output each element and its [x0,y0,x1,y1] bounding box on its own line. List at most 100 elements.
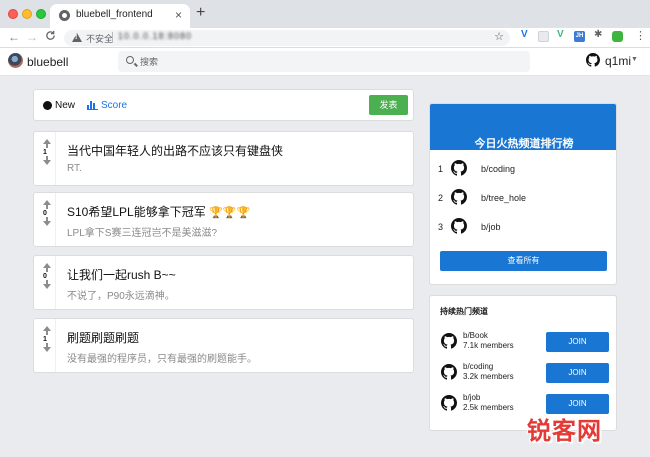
minimize-window-button[interactable] [22,9,32,19]
vote-column: 1 [34,132,56,185]
new-tab-button[interactable]: + [196,5,205,21]
downvote-arrow-icon[interactable] [43,280,51,289]
post-title[interactable]: 刷题刷题刷题 [67,329,139,346]
ranking-item[interactable]: 1 b/coding [430,156,616,184]
logo-icon[interactable] [8,53,23,68]
hot-channel-item: b/coding 3.2k members JOIN [430,361,618,391]
address-bar[interactable]: 不安全 10.0.0.18:8080 ☆ [64,30,510,46]
github-icon [441,364,457,380]
browser-menu-icon[interactable] [632,29,646,42]
post-title[interactable]: 当代中国年轻人的出路不应该只有键盘侠 [67,142,283,159]
brand-name[interactable]: bluebell [27,55,68,69]
vote-column: 0 [34,256,56,309]
search-box[interactable] [118,51,530,72]
post-score: 0 [43,273,47,280]
bar-chart-icon [87,100,98,110]
search-input[interactable] [140,54,520,69]
ranking-title: 今日火热频道排行榜 [474,138,574,150]
jh-extension-icon[interactable]: JH [574,31,585,42]
sort-new-button[interactable]: New [55,100,75,111]
upvote-arrow-icon[interactable] [43,326,51,335]
github-icon [451,189,467,205]
view-all-button[interactable]: 查看所有 [440,251,607,271]
publish-button[interactable]: 发表 [369,95,408,115]
vue-icon[interactable] [556,29,567,42]
profile-avatar-icon[interactable] [612,31,623,42]
join-button[interactable]: JOIN [546,363,609,383]
channel-name[interactable]: b/Book [463,331,488,340]
trophy-icons: 🏆🏆🏆 [209,207,251,219]
channel-ranking-card: 今日火热频道排行榜 1 b/coding 2 b/tree_hole 3 b/j… [429,103,617,285]
channel-name: b/tree_hole [481,193,527,203]
downvote-arrow-icon[interactable] [43,343,51,352]
post-score: 1 [43,336,47,343]
channel-name: b/coding [481,164,516,174]
sort-score-button[interactable]: Score [101,100,127,111]
circle-icon [43,101,52,110]
browser-toolbar: ← → 不安全 10.0.0.18:8080 ☆ [0,28,650,48]
tab-title: bluebell_frontend [76,9,153,20]
post-excerpt: RT. [67,163,82,174]
join-button[interactable]: JOIN [546,332,609,352]
downvote-arrow-icon[interactable] [43,217,51,226]
chevron-down-icon: ▼ [631,56,638,63]
member-count: 3.2k members [463,372,514,381]
post-score: 0 [43,210,47,217]
globe-icon [59,10,70,21]
rank-number: 3 [438,222,444,232]
post-card[interactable]: 0 S10希望LPL能够拿下冠军 🏆🏆🏆 LPL拿下S赛三连冠岂不是美滋滋? [33,192,414,247]
github-icon [451,218,467,234]
upvote-arrow-icon[interactable] [43,200,51,209]
github-icon [441,395,457,411]
rank-number: 2 [438,193,444,203]
ranking-item[interactable]: 3 b/job [430,214,616,242]
downvote-arrow-icon[interactable] [43,156,51,165]
forward-button[interactable]: → [26,30,38,44]
github-icon [586,53,600,67]
channel-name: b/job [481,222,501,232]
warning-icon [72,33,82,42]
ranking-item[interactable]: 2 b/tree_hole [430,185,616,213]
post-card[interactable]: 1 当代中国年轻人的出路不应该只有键盘侠 RT. [33,131,414,186]
reload-button[interactable] [45,30,56,44]
close-tab-icon[interactable]: × [175,8,182,22]
maximize-window-button[interactable] [36,9,46,19]
upvote-arrow-icon[interactable] [43,139,51,148]
url-text[interactable]: 10.0.0.18:8080 [118,31,192,41]
bookmark-star-icon[interactable]: ☆ [494,30,504,43]
member-count: 2.5k members [463,403,514,412]
sort-bar: New Score 发表 [33,89,414,121]
member-count: 7.1k members [463,341,514,350]
browser-titlebar: bluebell_frontend × + [0,0,650,28]
post-excerpt: 没有最强的程序员，只有最强的刷题能手。 [67,354,257,365]
upvote-arrow-icon[interactable] [43,263,51,272]
vue-devtools-icon[interactable] [520,29,531,42]
security-label: 不安全 [86,34,114,44]
post-card[interactable]: 0 让我们一起rush B~~ 不说了，P90永远滴神。 [33,255,414,310]
vote-column: 1 [34,319,56,372]
extension-icon[interactable] [538,31,549,42]
post-title-text: S10希望LPL能够拿下冠军 [67,205,206,219]
watermark-logo: 锐客网 [527,416,602,445]
github-icon [451,160,467,176]
hot-channel-item: b/Book 7.1k members JOIN [430,330,618,360]
extensions-puzzle-icon[interactable] [593,29,604,42]
username: q1mi [605,54,632,68]
post-excerpt: 不说了，P90永远滴神。 [67,291,175,302]
browser-tab[interactable]: bluebell_frontend × [50,4,190,28]
close-window-button[interactable] [8,9,18,19]
vote-column: 0 [34,193,56,246]
post-title[interactable]: S10希望LPL能够拿下冠军 🏆🏆🏆 [67,203,250,220]
post-card[interactable]: 1 刷题刷题刷题 没有最强的程序员，只有最强的刷题能手。 [33,318,414,373]
channel-name[interactable]: b/coding [463,362,493,371]
github-icon [441,333,457,349]
reload-icon [46,30,55,40]
divider [112,32,113,43]
post-score: 1 [43,149,47,156]
back-button[interactable]: ← [8,30,20,44]
post-title[interactable]: 让我们一起rush B~~ [67,266,176,283]
rank-number: 1 [438,164,444,174]
channel-name[interactable]: b/job [463,393,480,402]
hot-channels-title: 持续热门频道 [440,307,488,316]
app-header: bluebell q1mi ▼ [0,48,650,76]
